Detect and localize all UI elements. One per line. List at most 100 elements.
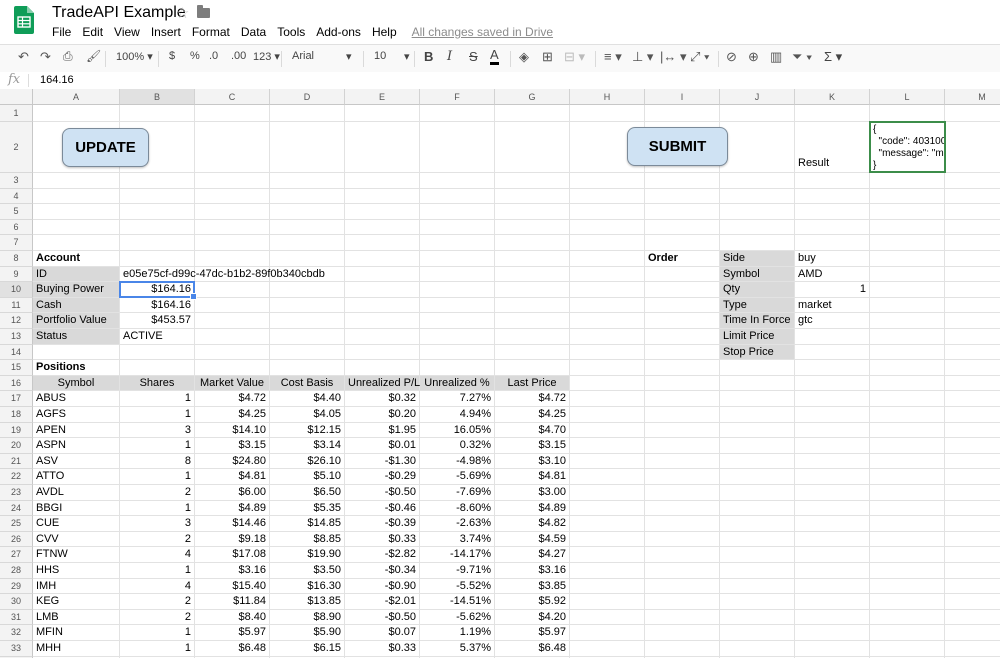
strikethrough-button[interactable]: S [469, 49, 478, 64]
position-value[interactable]: $16.30 [270, 579, 345, 595]
cell[interactable] [720, 407, 795, 423]
column-header[interactable]: I [645, 89, 720, 105]
position-value[interactable]: 1 [120, 391, 195, 407]
row-header[interactable]: 6 [0, 220, 33, 236]
cell[interactable] [495, 329, 570, 345]
position-value[interactable]: -$0.50 [345, 610, 420, 626]
cell[interactable] [345, 189, 420, 205]
cell[interactable] [720, 454, 795, 470]
menu-tools[interactable]: Tools [277, 25, 305, 39]
cell[interactable] [795, 407, 870, 423]
cell[interactable] [870, 313, 945, 329]
cell[interactable] [945, 407, 1000, 423]
cell[interactable] [570, 547, 645, 563]
cell[interactable] [945, 532, 1000, 548]
cell[interactable] [420, 267, 495, 283]
cell[interactable] [570, 298, 645, 314]
cell[interactable] [345, 313, 420, 329]
cell[interactable] [870, 267, 945, 283]
positions-section-title[interactable]: Positions [33, 360, 120, 376]
cell[interactable] [495, 360, 570, 376]
position-value[interactable]: $3.10 [495, 454, 570, 470]
bold-button[interactable]: B [424, 49, 433, 64]
cell[interactable] [945, 220, 1000, 236]
position-value[interactable]: 1 [120, 625, 195, 641]
row-header[interactable]: 9 [0, 267, 33, 283]
cell[interactable] [870, 485, 945, 501]
account-value[interactable]: $164.16 [120, 298, 195, 314]
position-value[interactable]: 1 [120, 469, 195, 485]
cell[interactable] [645, 282, 720, 298]
position-value[interactable]: $12.15 [270, 423, 345, 439]
position-value[interactable]: $0.32 [345, 391, 420, 407]
cell[interactable] [195, 329, 270, 345]
cell[interactable] [795, 641, 870, 657]
row-header[interactable]: 17 [0, 391, 33, 407]
cell[interactable] [720, 376, 795, 392]
cell[interactable] [420, 220, 495, 236]
cell[interactable] [570, 423, 645, 439]
cell[interactable] [720, 105, 795, 122]
cell[interactable] [945, 105, 1000, 122]
position-value[interactable]: $1.95 [345, 423, 420, 439]
position-symbol[interactable]: AGFS [33, 407, 120, 423]
position-value[interactable]: $26.10 [270, 454, 345, 470]
cell[interactable] [495, 204, 570, 220]
fill-color-icon[interactable]: ◈ [519, 49, 529, 65]
cell[interactable] [33, 173, 120, 189]
cell[interactable] [420, 173, 495, 189]
cell[interactable] [645, 563, 720, 579]
row-header[interactable]: 24 [0, 501, 33, 517]
save-status[interactable]: All changes saved in Drive [412, 25, 553, 39]
cell[interactable] [945, 579, 1000, 595]
position-value[interactable]: 16.05% [420, 423, 495, 439]
position-value[interactable]: -$0.29 [345, 469, 420, 485]
position-value[interactable]: $3.16 [195, 563, 270, 579]
cell[interactable] [420, 329, 495, 345]
menu-help[interactable]: Help [372, 25, 397, 39]
result-label[interactable]: Result [795, 122, 870, 173]
cell[interactable] [420, 360, 495, 376]
cell[interactable] [645, 641, 720, 657]
position-value[interactable]: $3.50 [270, 563, 345, 579]
cell[interactable] [570, 532, 645, 548]
cell[interactable] [645, 579, 720, 595]
cell[interactable] [33, 105, 120, 122]
position-value[interactable]: 5.37% [420, 641, 495, 657]
cell[interactable] [120, 105, 195, 122]
cell[interactable] [120, 173, 195, 189]
cell[interactable] [645, 423, 720, 439]
redo-icon[interactable]: ↷ [40, 49, 51, 65]
account-section-title[interactable]: Account [33, 251, 120, 267]
cell[interactable] [945, 563, 1000, 579]
cell[interactable] [645, 313, 720, 329]
row-header[interactable]: 23 [0, 485, 33, 501]
cell[interactable] [870, 454, 945, 470]
cell[interactable] [570, 454, 645, 470]
position-value[interactable]: 2 [120, 610, 195, 626]
position-value[interactable]: 4 [120, 547, 195, 563]
cell[interactable] [195, 105, 270, 122]
cell[interactable] [870, 329, 945, 345]
document-title[interactable]: TradeAPI Example [52, 4, 186, 22]
cell[interactable] [570, 376, 645, 392]
merge-icon[interactable]: ⊟ ▾ [564, 49, 585, 65]
cell[interactable] [795, 563, 870, 579]
position-value[interactable]: $0.07 [345, 625, 420, 641]
cell[interactable] [195, 251, 270, 267]
order-value-input[interactable] [795, 345, 870, 361]
cell[interactable] [270, 251, 345, 267]
cell[interactable] [345, 282, 420, 298]
cell[interactable] [720, 579, 795, 595]
cell[interactable] [345, 220, 420, 236]
order-label[interactable]: Type [720, 298, 795, 314]
sheets-logo-icon[interactable] [14, 6, 34, 34]
cell[interactable] [270, 329, 345, 345]
cell[interactable] [870, 282, 945, 298]
cell[interactable] [795, 105, 870, 122]
cell[interactable] [720, 547, 795, 563]
cell[interactable] [645, 454, 720, 470]
account-value[interactable]: $453.57 [120, 313, 195, 329]
order-value-input[interactable]: 1 [795, 282, 870, 298]
cell[interactable] [720, 516, 795, 532]
